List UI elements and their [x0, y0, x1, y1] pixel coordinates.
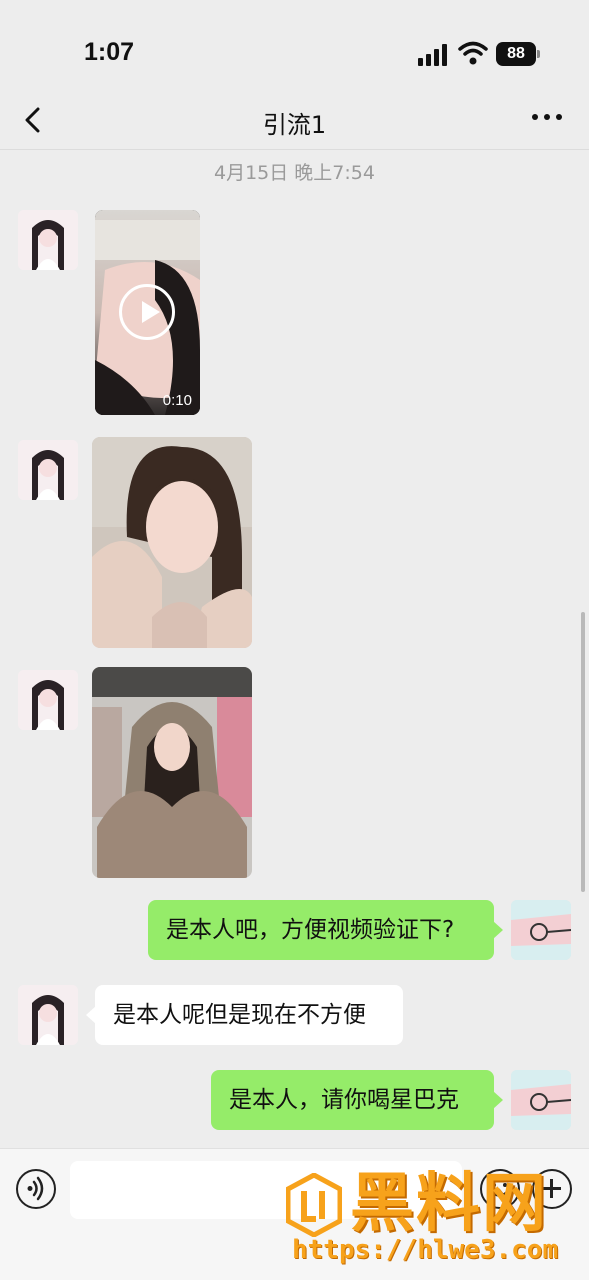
outgoing-message[interactable]: 是本人，请你喝星巴克 [211, 1070, 503, 1130]
contact-avatar[interactable] [18, 440, 78, 500]
outgoing-message[interactable]: 是本人吧，方便视频验证下? [148, 900, 503, 960]
chat-title: 引流1 [262, 111, 327, 139]
incoming-message[interactable]: 是本人呢但是现在不方便 [86, 985, 403, 1045]
scrollbar[interactable] [581, 612, 585, 892]
more-dots-icon[interactable] [530, 105, 564, 129]
contact-avatar[interactable] [18, 985, 78, 1045]
contact-avatar[interactable] [18, 210, 78, 270]
watermark-url: https://hlwe3.com [292, 1235, 559, 1265]
wifi-icon [458, 41, 488, 65]
video-message[interactable]: 0:10 [95, 210, 200, 415]
watermark: 黑料网 https://hlwe3.com [280, 1165, 589, 1280]
video-duration: 0:10 [162, 392, 192, 409]
status-time: 1:07 [84, 38, 135, 66]
voice-icon[interactable] [16, 1169, 56, 1209]
photo-message[interactable] [92, 437, 252, 648]
my-avatar[interactable] [511, 1070, 571, 1130]
nav-bar: 引流1 [0, 95, 589, 150]
my-avatar[interactable] [511, 900, 571, 960]
signal-icon [418, 44, 447, 66]
watermark-logo-icon [286, 1173, 342, 1237]
status-bar: 1:07 88 [0, 0, 589, 95]
message-timestamp: 4月15日 晚上7:54 [214, 162, 375, 184]
battery-level: 88 [496, 42, 536, 66]
watermark-brand: 黑料网 [350, 1167, 548, 1241]
photo-message[interactable] [92, 667, 252, 878]
battery-icon: 88 [496, 42, 542, 66]
contact-avatar[interactable] [18, 670, 78, 730]
play-icon[interactable] [119, 284, 175, 340]
